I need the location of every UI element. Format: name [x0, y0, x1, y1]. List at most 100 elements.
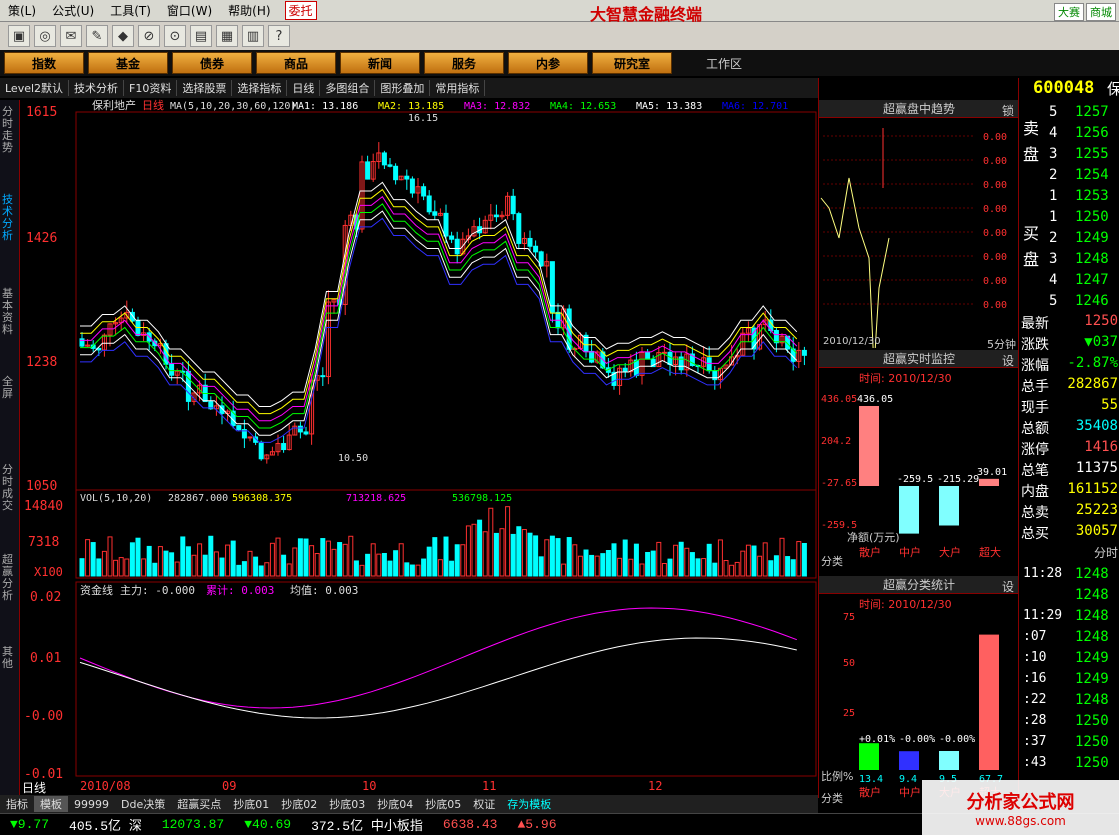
- bottom-tab-bottom01[interactable]: 抄底01: [227, 796, 275, 812]
- bottom-tab-dde[interactable]: Dde决策: [115, 796, 171, 812]
- monitor-settings[interactable]: 设: [1002, 352, 1014, 369]
- menu-help[interactable]: 帮助(H): [220, 2, 278, 19]
- nav-news[interactable]: 新闻: [340, 52, 420, 74]
- bottom-tab-bottom03[interactable]: 抄底03: [323, 796, 371, 812]
- nav-service[interactable]: 服务: [424, 52, 504, 74]
- volume-bar: [320, 538, 326, 577]
- capital-cum: 累计: 0.003: [206, 584, 274, 597]
- stat-value: 13.4: [859, 774, 883, 785]
- tick-time: :10: [1023, 650, 1047, 665]
- sell-price: 1254: [1075, 167, 1109, 183]
- vol-value: 282867.000: [168, 493, 228, 504]
- menu-strategy[interactable]: 策(L): [0, 2, 44, 19]
- tab-daily[interactable]: 日线: [287, 80, 321, 96]
- volume-bar: [163, 550, 169, 577]
- volume-bar: [135, 537, 141, 577]
- monitor-axis-tick: 204.2: [821, 436, 851, 447]
- volume-bar: [230, 540, 236, 577]
- volume-bar: [706, 543, 712, 577]
- nav-fund[interactable]: 基金: [88, 52, 168, 74]
- window-icon[interactable]: ▦: [216, 25, 238, 47]
- status-value: 405.5亿 深: [69, 819, 142, 834]
- contest-button[interactable]: 大赛: [1054, 3, 1084, 21]
- watermark-url: www.88gs.com: [975, 813, 1066, 828]
- side-tab-super[interactable]: 超赢分析: [2, 554, 18, 602]
- kline-chart[interactable]: 1615 1426 1238 1050 14840 7318 X100 0.02…: [20, 98, 818, 798]
- tick-price: 1248: [1075, 566, 1109, 582]
- diamond-icon[interactable]: ◆: [112, 25, 134, 47]
- tab-common-indicator[interactable]: 常用指标: [430, 80, 486, 96]
- stat-axis-tick: 75: [843, 612, 855, 623]
- tick-row: :43 1250: [1019, 755, 1119, 776]
- period-badge[interactable]: 日线: [22, 781, 46, 795]
- bottom-tab-bottom05[interactable]: 抄底05: [419, 796, 467, 812]
- side-tab-basic[interactable]: 基本资料: [2, 288, 18, 336]
- side-tabs: 分时走势 技术分析 基本资料 全屏 分时成交 超赢分析 其他: [0, 100, 20, 795]
- side-tab-trades[interactable]: 分时成交: [2, 464, 18, 512]
- flag-icon[interactable]: ▣: [8, 25, 30, 47]
- nav-index[interactable]: 指数: [4, 52, 84, 74]
- nav-commodity[interactable]: 商品: [256, 52, 336, 74]
- tab-multi-chart[interactable]: 多图组合: [320, 80, 376, 96]
- help-icon[interactable]: ?: [268, 25, 290, 47]
- trade-button[interactable]: 委托: [284, 1, 317, 20]
- side-tab-intraday[interactable]: 分时走势: [2, 106, 18, 154]
- monitor-value: -215.29: [937, 474, 979, 485]
- high-price-label: 16.15: [408, 113, 438, 124]
- status-value: 12073.87: [161, 817, 225, 832]
- bottom-tab-warrant[interactable]: 权证: [467, 796, 501, 812]
- mall-button[interactable]: 商城: [1086, 3, 1116, 21]
- stat-key: 总笔: [1021, 463, 1049, 479]
- pen-icon[interactable]: ✎: [86, 25, 108, 47]
- side-tab-tech[interactable]: 技术分析: [2, 194, 18, 242]
- tab-overlay[interactable]: 图形叠加: [375, 80, 431, 96]
- tick-row: 11:28 1248: [1019, 566, 1119, 587]
- lock-button[interactable]: 锁: [1002, 102, 1014, 119]
- sell-label: 卖盘: [1023, 119, 1040, 164]
- buy-price: 1248: [1075, 251, 1109, 267]
- y-tick-vol-3: X100: [34, 565, 63, 579]
- bottom-tab-template[interactable]: 模板: [34, 796, 68, 812]
- side-tab-other[interactable]: 其他: [2, 646, 18, 670]
- tick-row: 1248: [1019, 587, 1119, 608]
- tab-f10[interactable]: F10资料: [124, 80, 178, 96]
- menu-formula[interactable]: 公式(U): [44, 2, 102, 19]
- bottom-tab-save-template[interactable]: 存为模板: [501, 796, 557, 812]
- quote-stat-row: 涨停 1416: [1019, 439, 1119, 460]
- y-tick-vol-2: 7318: [28, 535, 59, 550]
- tab-level2[interactable]: Level2默认: [0, 80, 70, 96]
- tick-time: :43: [1023, 755, 1047, 770]
- workspace-menu[interactable]: 工作区: [706, 55, 742, 72]
- alert-icon[interactable]: ✉: [60, 25, 82, 47]
- tick-price: 1249: [1075, 671, 1109, 687]
- bottom-tab-99999[interactable]: 99999: [68, 798, 115, 811]
- tab-select-stock[interactable]: 选择股票: [177, 80, 233, 96]
- bottom-tab-indicator[interactable]: 指标: [0, 796, 34, 812]
- binocular-icon[interactable]: ◎: [34, 25, 56, 47]
- no-icon[interactable]: ⊘: [138, 25, 160, 47]
- buy-level: 3: [1049, 251, 1058, 267]
- tick-price: 1248: [1075, 608, 1109, 624]
- tab-select-indicator[interactable]: 选择指标: [232, 80, 288, 96]
- buy-label-row: 买盘: [1019, 221, 1119, 269]
- nav-bond[interactable]: 债券: [172, 52, 252, 74]
- monitor-axis-tick: -27.65: [821, 478, 857, 489]
- nav-research[interactable]: 研究室: [592, 52, 672, 74]
- search-icon[interactable]: ⊙: [164, 25, 186, 47]
- buy-price: 1247: [1075, 272, 1109, 288]
- tick-time: 11:28: [1023, 566, 1063, 581]
- bottom-tab-bottom02[interactable]: 抄底02: [275, 796, 323, 812]
- print-icon[interactable]: ▤: [190, 25, 212, 47]
- volume-bar: [337, 542, 343, 577]
- bottom-tab-super-buy[interactable]: 超赢买点: [171, 796, 227, 812]
- menu-window[interactable]: 窗口(W): [159, 2, 220, 19]
- capital-main: 主力: -0.000: [120, 584, 195, 597]
- books-icon[interactable]: ▥: [242, 25, 264, 47]
- bottom-tab-bottom04[interactable]: 抄底04: [371, 796, 419, 812]
- menu-tools[interactable]: 工具(T): [102, 2, 159, 19]
- nav-insider[interactable]: 内参: [508, 52, 588, 74]
- tab-tech-analysis[interactable]: 技术分析: [69, 80, 125, 96]
- side-tab-fullscreen[interactable]: 全屏: [2, 376, 18, 400]
- stat-settings[interactable]: 设: [1002, 578, 1014, 595]
- y-tick-price-3: 1238: [26, 355, 57, 370]
